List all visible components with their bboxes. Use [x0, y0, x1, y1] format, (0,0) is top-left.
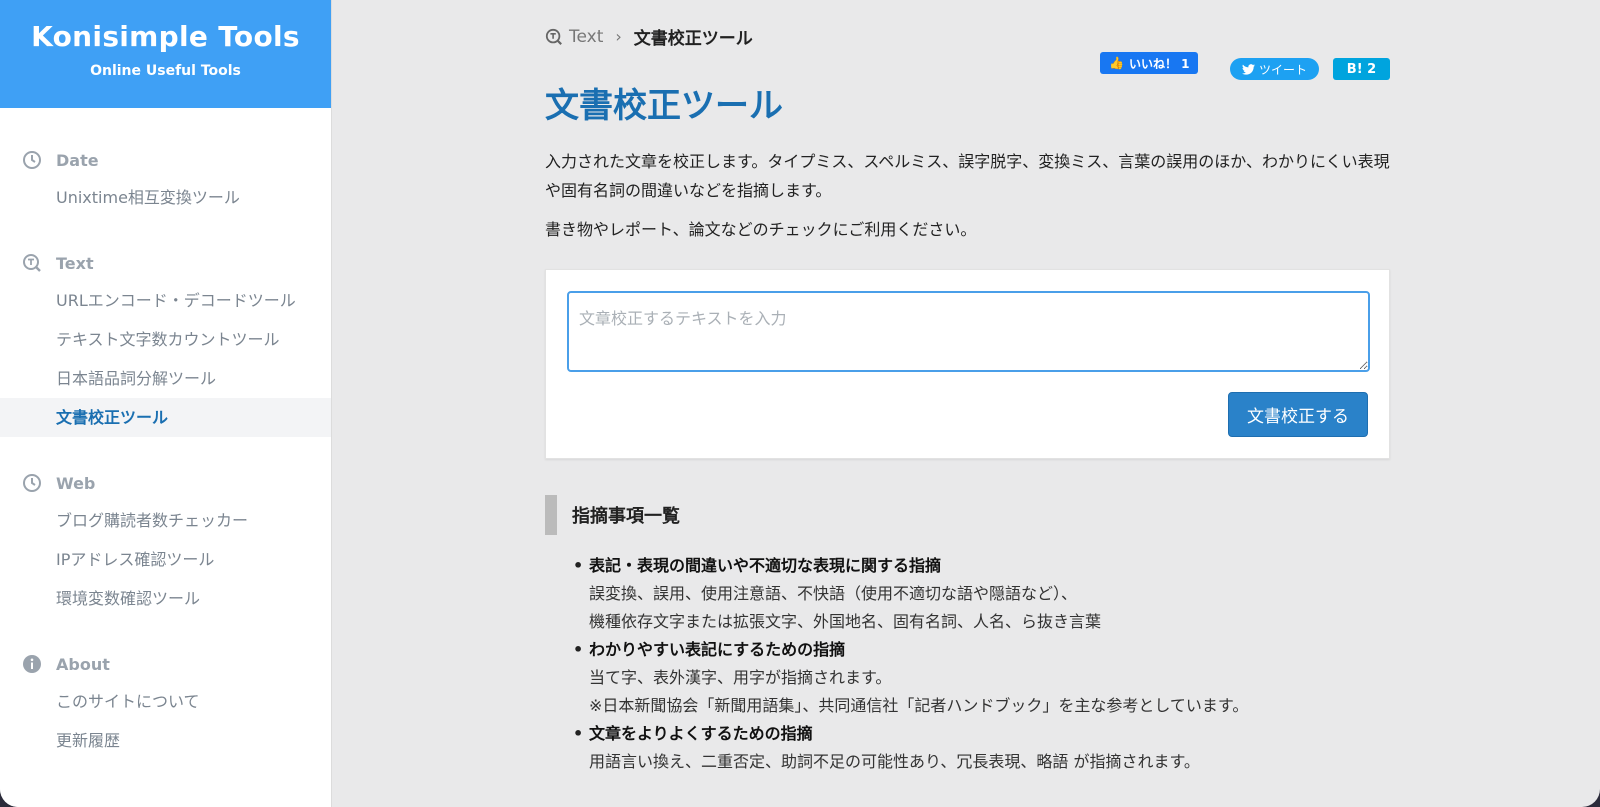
breadcrumb-current: 文書校正ツール	[633, 29, 753, 49]
nav-head-label: About	[56, 654, 110, 674]
sidebar-item-url-encode[interactable]: URLエンコード・デコードツール	[0, 281, 331, 320]
clock-icon	[22, 150, 42, 170]
nav-head-label: Web	[56, 473, 96, 493]
list-item: 表記・表現の間違いや不適切な表現に関する指摘 誤変換、誤用、使用注意語、不快語（…	[573, 552, 1390, 636]
main-content: Text › 文書校正ツール 👍 いいね！ 1 ツイート B! 2 文書校正ツー…	[332, 0, 1600, 807]
brand-title: Konisimple Tools	[31, 20, 300, 53]
text-search-icon	[22, 253, 42, 273]
text-search-icon	[545, 28, 563, 46]
nav-head-date: Date	[0, 142, 331, 178]
info-icon	[22, 654, 42, 674]
list-item: 文章をよりよくするための指摘 用語言い換え、二重否定、助詞不足の可能性あり、冗長…	[573, 720, 1390, 776]
sidebar-item-unixtime[interactable]: Unixtime相互変換ツール	[0, 178, 331, 217]
brand-header[interactable]: Konisimple Tools Online Useful Tools	[0, 0, 331, 108]
sidebar: Konisimple Tools Online Useful Tools Dat…	[0, 0, 332, 807]
list-item-line: ※日本新聞協会「新聞用語集」、共同通信社「記者ハンドブック」を主な参考としていま…	[589, 696, 1249, 715]
tweet-label: ツイート	[1259, 62, 1308, 77]
sidebar-item-blog-checker[interactable]: ブログ購読者数チェッカー	[0, 501, 331, 540]
nav-group-about: About このサイトについて 更新履歴	[0, 646, 331, 760]
list-item-line: 機種依存文字または拡張文字、外国地名、固有名詞、人名、ら抜き言葉	[589, 612, 1102, 631]
twitter-bird-icon	[1242, 63, 1255, 75]
nav-group-date: Date Unixtime相互変換ツール	[0, 142, 331, 217]
nav-head-about: About	[0, 646, 331, 682]
list-item-title: 文章をよりよくするための指摘	[589, 724, 813, 743]
nav-head-text: Text	[0, 245, 331, 281]
facebook-like-button[interactable]: 👍 いいね！ 1	[1100, 52, 1199, 74]
chevron-right-icon: ›	[615, 27, 622, 46]
list-item: わかりやすい表記にするための指摘 当て字、表外漢字、用字が指摘されます。 ※日本…	[573, 636, 1390, 720]
list-item-line: 用語言い換え、二重否定、助詞不足の可能性あり、冗長表現、略語 が指摘されます。	[589, 752, 1200, 771]
thumbs-up-icon: 👍	[1109, 56, 1124, 70]
nav-head-web: Web	[0, 465, 331, 501]
clock-icon	[22, 473, 42, 493]
proofread-submit-button[interactable]: 文書校正する	[1228, 392, 1368, 437]
section-title: 指摘事項一覧	[572, 506, 680, 527]
list-item-title: わかりやすい表記にするための指摘	[589, 640, 846, 659]
description-paragraph: 入力された文章を校正します。タイプミス、スペルミス、誤字脱字、変換ミス、言葉の誤…	[545, 152, 1390, 200]
sidebar-item-proofread[interactable]: 文書校正ツール	[0, 398, 331, 437]
sidebar-item-env-check[interactable]: 環境変数確認ツール	[0, 579, 331, 618]
sidebar-item-char-count[interactable]: テキスト文字数カウントツール	[0, 320, 331, 359]
nav-head-label: Text	[56, 253, 94, 273]
breadcrumb: Text › 文書校正ツール	[545, 24, 753, 49]
hatena-bookmark-button[interactable]: B! 2	[1333, 58, 1390, 80]
notes-list: 表記・表現の間違いや不適切な表現に関する指摘 誤変換、誤用、使用注意語、不快語（…	[573, 552, 1390, 776]
page-title: 文書校正ツール	[545, 86, 783, 126]
section-accent-bar	[545, 495, 557, 535]
list-item-title: 表記・表現の間違いや不適切な表現に関する指摘	[589, 556, 942, 575]
breadcrumb-parent[interactable]: Text	[569, 27, 603, 47]
sidebar-item-morph[interactable]: 日本語品詞分解ツール	[0, 359, 331, 398]
sidebar-nav: Date Unixtime相互変換ツール Text URLエンコード・デコードツ…	[0, 108, 331, 760]
nav-group-text: Text URLエンコード・デコードツール テキスト文字数カウントツール 日本語…	[0, 245, 331, 437]
sidebar-item-ip-check[interactable]: IPアドレス確認ツール	[0, 540, 331, 579]
proofread-form: 文書校正する	[545, 269, 1390, 459]
app-window: Konisimple Tools Online Useful Tools Dat…	[0, 0, 1600, 807]
page-description: 入力された文章を校正します。タイプミス、スペルミス、誤字脱字、変換ミス、言葉の誤…	[545, 147, 1390, 244]
list-item-line: 誤変換、誤用、使用注意語、不快語（使用不適切な語や隠語など）、	[589, 584, 1078, 603]
nav-group-web: Web ブログ購読者数チェッカー IPアドレス確認ツール 環境変数確認ツール	[0, 465, 331, 618]
brand-subtitle: Online Useful Tools	[90, 63, 241, 79]
nav-head-label: Date	[56, 150, 99, 170]
tweet-button[interactable]: ツイート	[1230, 58, 1320, 80]
sidebar-item-about-site[interactable]: このサイトについて	[0, 682, 331, 721]
proofread-text-input[interactable]	[567, 291, 1370, 372]
section-heading: 指摘事項一覧	[545, 495, 680, 535]
list-item-line: 当て字、表外漢字、用字が指摘されます。	[589, 668, 892, 687]
description-paragraph: 書き物やレポート、論文などのチェックにご利用ください。	[545, 220, 977, 239]
like-label: いいね！ 1	[1128, 56, 1190, 71]
sidebar-item-changelog[interactable]: 更新履歴	[0, 721, 331, 760]
